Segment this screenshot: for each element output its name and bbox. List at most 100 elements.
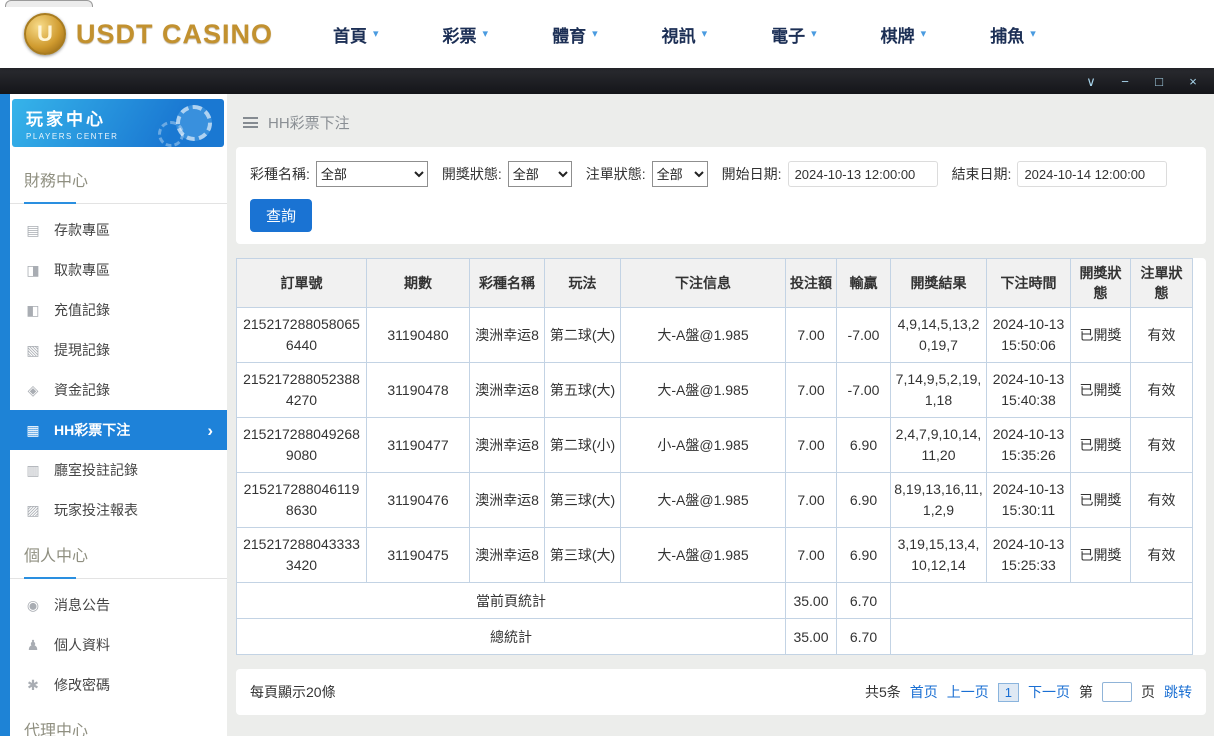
bets-table-card: 訂單號期數彩種名稱玩法下注信息投注額輸贏開獎結果下注時間開獎狀態注單狀態 215… [236, 258, 1206, 655]
sidebar-item-hall-bet-records[interactable]: ▥ 廳室投註記錄 [10, 450, 227, 490]
page-title: HH彩票下注 [268, 112, 350, 133]
sidebar-item-label: 修改密碼 [54, 675, 110, 695]
nav-label: 捕魚 [990, 22, 1024, 47]
cell-bet-time: 2024-10-13 15:40:38 [987, 363, 1071, 418]
window-minimize-icon[interactable]: − [1118, 75, 1132, 88]
cell-draw-status: 已開獎 [1071, 418, 1131, 473]
cell-draw-status: 已開獎 [1071, 308, 1131, 363]
jump-link[interactable]: 跳转 [1164, 682, 1192, 702]
sidebar-item-change-password[interactable]: ✱ 修改密碼 [10, 665, 227, 705]
browser-tab-fragment[interactable] [5, 0, 93, 7]
sidebar-item-deposit[interactable]: ▤ 存款專區 [10, 210, 227, 250]
cell-bet-amount: 7.00 [786, 308, 837, 363]
nav-label: 視訊 [662, 22, 696, 47]
draw-status-select[interactable]: 全部 [508, 161, 572, 187]
logo[interactable]: U USDT CASINO [24, 13, 273, 55]
page-summary-row: 當前頁統計 35.00 6.70 [237, 583, 1193, 619]
chevron-down-icon: ▾ [811, 29, 817, 40]
cell-period: 31190475 [367, 528, 470, 583]
workspace: 玩家中心 PLAYERS CENTER 財務中心 ▤ 存款專區 ◨ 取款專區 ◧… [0, 94, 1214, 736]
sidebar-item-player-bet-report[interactable]: ▨ 玩家投注報表 [10, 490, 227, 530]
window-close-icon[interactable]: × [1186, 75, 1200, 88]
start-date-input[interactable] [788, 161, 938, 187]
section-agent-center: 代理中心 [10, 705, 227, 736]
sidebar-item-withdraw[interactable]: ◨ 取款專區 [10, 250, 227, 290]
sidebar-item-hh-lottery-bets[interactable]: ▦ HH彩票下注 › [10, 410, 227, 450]
nav-item-home[interactable]: 首頁▾ [333, 22, 379, 47]
column-header: 開獎結果 [891, 259, 987, 308]
bet-row: 215217288043333342031190475澳洲幸运8第三球(大)大-… [237, 528, 1193, 583]
cell-win-loss: -7.00 [837, 308, 891, 363]
cell-bet-info: 大-A盤@1.985 [621, 308, 786, 363]
cell-order-status: 有效 [1131, 363, 1193, 418]
player-center-banner: 玩家中心 PLAYERS CENTER [12, 99, 224, 147]
main-content: HH彩票下注 彩種名稱: 全部 開獎狀態: 全部 注單狀態: 全部 開始日期: … [227, 94, 1214, 736]
grand-summary-label: 總統計 [237, 619, 786, 655]
sidebar-item-funds-record[interactable]: ◈ 資金記錄 [10, 370, 227, 410]
start-date-label: 開始日期: [722, 164, 782, 184]
order-status-select[interactable]: 全部 [652, 161, 708, 187]
cell-play-type: 第三球(大) [545, 473, 621, 528]
menu-toggle-icon[interactable] [243, 117, 258, 128]
sidebar-item-label: 存款專區 [54, 220, 110, 240]
bet-row: 215217288052388427031190478澳洲幸运8第五球(大)大-… [237, 363, 1193, 418]
window-maximize-icon[interactable]: □ [1152, 75, 1166, 88]
lottery-type-select[interactable]: 全部 [316, 161, 428, 187]
cell-draw-result: 2,4,7,9,10,14,11,20 [891, 418, 987, 473]
sidebar-item-profile[interactable]: ♟ 個人資料 [10, 625, 227, 665]
column-header: 彩種名稱 [470, 259, 545, 308]
pagination-bar: 每頁顯示20條 共5条 首页 上一页 1 下一页 第 页 跳转 [236, 669, 1206, 715]
next-page-link[interactable]: 下一页 [1028, 682, 1070, 702]
cell-play-type: 第二球(小) [545, 418, 621, 473]
cell-order-number: 2152172880523884270 [237, 363, 367, 418]
table-header-row: 訂單號期數彩種名稱玩法下注信息投注額輸贏開獎結果下注時間開獎狀態注單狀態 [237, 259, 1193, 308]
cell-win-loss: 6.90 [837, 528, 891, 583]
cell-order-number: 2152172880433333420 [237, 528, 367, 583]
search-button[interactable]: 查詢 [250, 199, 312, 232]
cell-draw-status: 已開獎 [1071, 363, 1131, 418]
top-nav: U USDT CASINO 首頁▾ 彩票▾ 體育▾ 視訊▾ 電子▾ 棋牌▾ 捕魚… [0, 0, 1214, 68]
sidebar-item-cashout-record[interactable]: ▧ 提現記錄 [10, 330, 227, 370]
cell-draw-status: 已開獎 [1071, 473, 1131, 528]
bet-row: 215217288046119863031190476澳洲幸运8第三球(大)大-… [237, 473, 1193, 528]
cell-draw-result: 3,19,15,13,4,10,12,14 [891, 528, 987, 583]
cell-bet-amount: 7.00 [786, 528, 837, 583]
cell-period: 31190480 [367, 308, 470, 363]
nav-item-card-games[interactable]: 棋牌▾ [881, 22, 927, 47]
page-summary-bet-total: 35.00 [786, 583, 837, 619]
sidebar: 玩家中心 PLAYERS CENTER 財務中心 ▤ 存款專區 ◨ 取款專區 ◧… [10, 94, 227, 736]
funds-record-icon: ◈ [24, 382, 42, 399]
column-header: 投注額 [786, 259, 837, 308]
left-accent-strip [0, 94, 10, 736]
end-date-label: 結束日期: [952, 164, 1012, 184]
cell-lottery-name: 澳洲幸运8 [470, 363, 545, 418]
bet-row: 215217288049268908031190477澳洲幸运8第二球(小)小-… [237, 418, 1193, 473]
sidebar-item-label: 充值記錄 [54, 300, 110, 320]
prev-page-link[interactable]: 上一页 [947, 682, 989, 702]
cell-bet-info: 大-A盤@1.985 [621, 363, 786, 418]
cell-win-loss: -7.00 [837, 363, 891, 418]
lottery-bet-icon: ▦ [24, 422, 42, 439]
cell-bet-info: 大-A盤@1.985 [621, 528, 786, 583]
breadcrumb: HH彩票下注 [227, 94, 1214, 147]
page-jump-input[interactable] [1102, 682, 1132, 702]
cell-win-loss: 6.90 [837, 418, 891, 473]
cell-draw-result: 7,14,9,5,2,19,1,18 [891, 363, 987, 418]
cell-period: 31190478 [367, 363, 470, 418]
nav-item-fishing[interactable]: 捕魚▾ [990, 22, 1036, 47]
poker-chip-icon [176, 105, 212, 141]
sidebar-item-announcements[interactable]: ◉ 消息公告 [10, 585, 227, 625]
nav-item-lottery[interactable]: 彩票▾ [443, 22, 489, 47]
window-collapse-icon[interactable]: ∨ [1084, 75, 1098, 88]
sidebar-item-recharge-record[interactable]: ◧ 充值記錄 [10, 290, 227, 330]
nav-item-live-video[interactable]: 視訊▾ [662, 22, 708, 47]
nav-item-sports[interactable]: 體育▾ [552, 22, 598, 47]
current-page-indicator[interactable]: 1 [998, 683, 1019, 702]
end-date-input[interactable] [1017, 161, 1167, 187]
first-page-link[interactable]: 首页 [910, 682, 938, 702]
page-suffix-label: 页 [1141, 682, 1155, 702]
window-titlebar: ∨ − □ × [0, 68, 1214, 94]
profile-icon: ♟ [24, 637, 42, 654]
nav-item-slots[interactable]: 電子▾ [771, 22, 817, 47]
cell-period: 31190477 [367, 418, 470, 473]
